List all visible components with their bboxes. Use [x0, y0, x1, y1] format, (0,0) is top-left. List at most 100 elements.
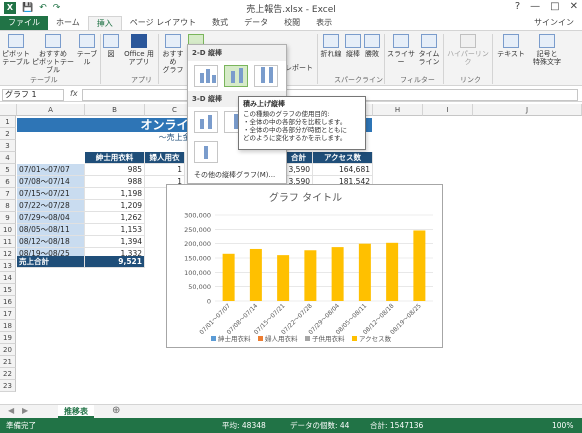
tab-formulas[interactable]: 数式: [204, 16, 236, 30]
row-header[interactable]: 7: [0, 188, 16, 200]
access-cell[interactable]: 164,681: [313, 164, 373, 176]
text-button[interactable]: テキスト: [496, 34, 526, 58]
row-header[interactable]: 14: [0, 272, 16, 284]
close-icon[interactable]: ✕: [570, 1, 578, 12]
tab-view[interactable]: 表示: [308, 16, 340, 30]
hyperlink-button[interactable]: ハイパーリンク: [446, 34, 490, 66]
row-header[interactable]: 2: [0, 128, 16, 140]
header-mens[interactable]: 紳士用衣料: [85, 152, 145, 164]
bar: [386, 242, 399, 301]
sparkline-column-button[interactable]: 縦棒: [345, 34, 361, 58]
row-header[interactable]: 9: [0, 212, 16, 224]
row-header[interactable]: 15: [0, 284, 16, 296]
row-header[interactable]: 6: [0, 176, 16, 188]
symbols-button[interactable]: 記号と 特殊文字: [530, 34, 564, 66]
prev-sheet-icon[interactable]: ◀: [8, 406, 14, 415]
period-cell[interactable]: 07/29～08/04: [17, 212, 85, 224]
office-apps-button[interactable]: Office 用 アプリ: [122, 34, 156, 66]
slicer-button[interactable]: スライサー: [386, 34, 416, 66]
total-mens[interactable]: 9,521: [85, 256, 145, 268]
row-header[interactable]: 3: [0, 140, 16, 152]
sparkline-line-button[interactable]: 折れ線: [320, 34, 342, 58]
mens-cell[interactable]: 1,209: [85, 200, 145, 212]
tab-data[interactable]: データ: [236, 16, 276, 30]
mens-cell[interactable]: 985: [85, 164, 145, 176]
row-header[interactable]: 17: [0, 308, 16, 320]
mens-cell[interactable]: 988: [85, 176, 145, 188]
row-header[interactable]: 1: [0, 116, 16, 128]
3d-clustered-column-option[interactable]: [194, 111, 218, 133]
period-cell[interactable]: 07/15～07/21: [17, 188, 85, 200]
percent-stacked-column-option[interactable]: [254, 65, 278, 87]
row-header[interactable]: 18: [0, 320, 16, 332]
status-zoom[interactable]: 100%: [552, 418, 573, 433]
tab-page-layout[interactable]: ページ レイアウト: [122, 16, 204, 30]
row-header[interactable]: 23: [0, 380, 16, 392]
3d-column-option[interactable]: [194, 141, 218, 163]
select-all-corner[interactable]: [0, 104, 17, 116]
sheet-tab[interactable]: 推移表: [58, 405, 94, 418]
maximize-icon[interactable]: □: [550, 1, 559, 12]
add-sheet-icon[interactable]: ⊕: [112, 405, 120, 416]
total-cell[interactable]: 3,590: [285, 164, 313, 176]
period-cell[interactable]: 07/08～07/14: [17, 176, 85, 188]
mens-cell[interactable]: 1,198: [85, 188, 145, 200]
recommended-charts-button[interactable]: おすすめ グラフ: [160, 34, 186, 74]
more-column-charts-link[interactable]: その他の縦棒グラフ(M)...: [188, 167, 286, 183]
column-header[interactable]: A: [17, 104, 85, 116]
recommended-pivot-button[interactable]: おすすめ ピボットテーブル: [32, 34, 74, 74]
mens-cell[interactable]: 1,262: [85, 212, 145, 224]
mens-cell[interactable]: 1,153: [85, 224, 145, 236]
header-total[interactable]: 合計: [285, 152, 313, 164]
next-sheet-icon[interactable]: ▶: [22, 406, 28, 415]
signin-link[interactable]: サインイン: [534, 17, 574, 28]
pivot-table-button[interactable]: ピボット テーブル: [2, 34, 30, 66]
header-access[interactable]: アクセス数: [313, 152, 373, 164]
status-sum: 合計: 1547136: [370, 421, 424, 430]
row-header[interactable]: 10: [0, 224, 16, 236]
minimize-icon[interactable]: —: [530, 1, 540, 12]
period-cell[interactable]: 07/22～07/28: [17, 200, 85, 212]
period-cell[interactable]: 08/12～08/18: [17, 236, 85, 248]
tab-insert[interactable]: 挿入: [87, 16, 122, 30]
period-cell[interactable]: 07/01～07/07: [17, 164, 85, 176]
clustered-column-option[interactable]: [194, 65, 218, 87]
row-header[interactable]: 5: [0, 164, 16, 176]
column-header[interactable]: I: [423, 104, 473, 116]
row-header[interactable]: 12: [0, 248, 16, 260]
row-header[interactable]: 19: [0, 332, 16, 344]
group-label-table: テーブル: [30, 76, 58, 84]
timeline-button[interactable]: タイム ライン: [418, 34, 440, 66]
row-header[interactable]: 21: [0, 356, 16, 368]
total-label[interactable]: 売上合計: [17, 256, 85, 268]
womens-cell[interactable]: 1: [145, 164, 185, 176]
row-header[interactable]: 20: [0, 344, 16, 356]
tab-home[interactable]: ホーム: [48, 16, 88, 30]
period-cell[interactable]: 08/05～08/11: [17, 224, 85, 236]
help-icon[interactable]: ?: [515, 1, 520, 12]
column-header[interactable]: B: [85, 104, 145, 116]
row-header[interactable]: 13: [0, 260, 16, 272]
column-header[interactable]: H: [373, 104, 423, 116]
y-tick-label: 0: [207, 298, 211, 306]
fx-icon[interactable]: fx: [70, 89, 78, 98]
embedded-chart[interactable]: グラフ タイトル 0 50,000 100,000 150,000 200,000 250…: [166, 184, 443, 348]
sparkline-winloss-button[interactable]: 勝敗: [364, 34, 380, 58]
row-header[interactable]: 16: [0, 296, 16, 308]
name-box[interactable]: グラフ 1: [2, 89, 64, 101]
column-header[interactable]: J: [473, 104, 582, 116]
tab-review[interactable]: 校閲: [276, 16, 308, 30]
stacked-column-option[interactable]: [224, 65, 248, 87]
gallery-2d-row: [188, 61, 286, 91]
row-header[interactable]: 11: [0, 236, 16, 248]
tab-file[interactable]: ファイル: [0, 16, 48, 30]
row-header[interactable]: 4: [0, 152, 16, 164]
mens-cell[interactable]: 1,394: [85, 236, 145, 248]
row-header[interactable]: 22: [0, 368, 16, 380]
row-header[interactable]: 8: [0, 200, 16, 212]
header-womens[interactable]: 婦人用衣: [145, 152, 185, 164]
illustrations-button[interactable]: 図: [103, 34, 119, 58]
table-button[interactable]: テーブル: [76, 34, 98, 66]
status-ready: 準備完了: [6, 421, 36, 430]
window-title: 売上報告.xlsx - Excel: [246, 5, 336, 15]
